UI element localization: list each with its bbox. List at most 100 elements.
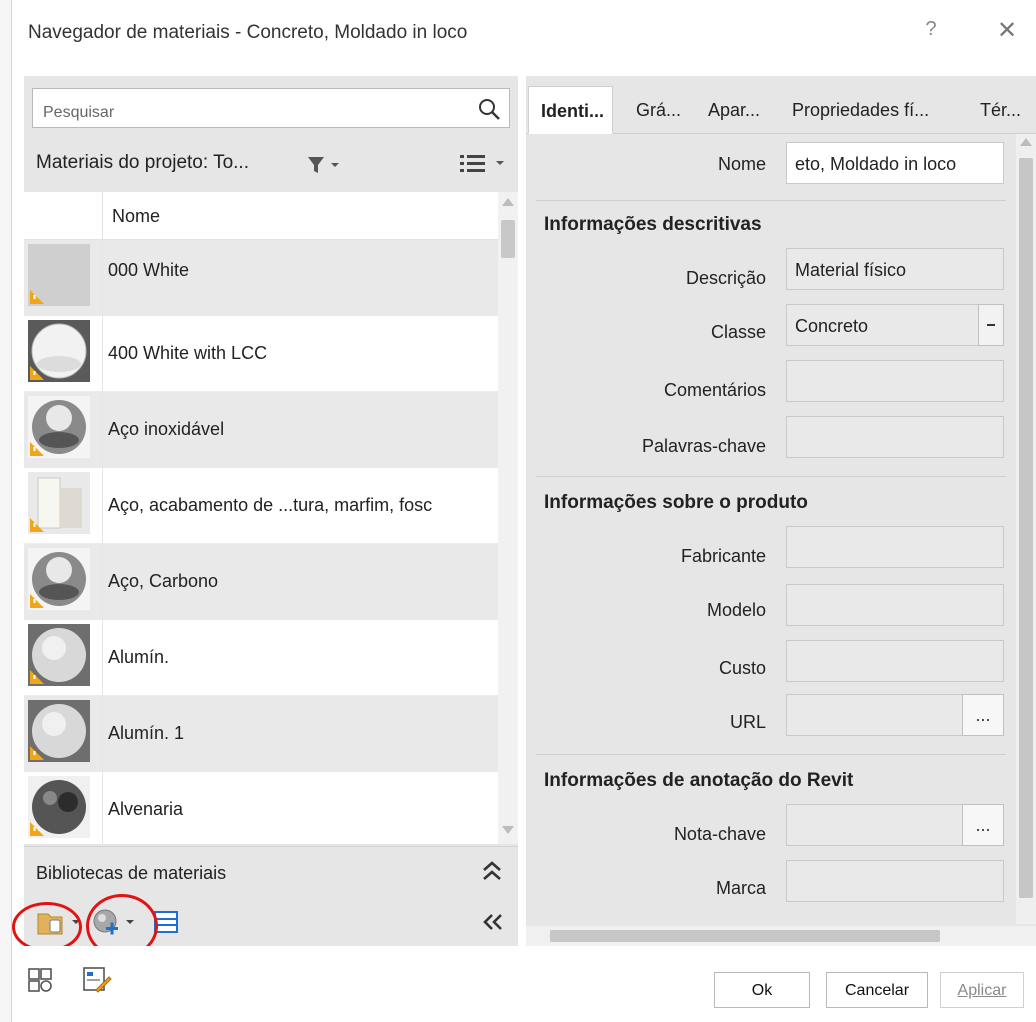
asset-browser-icon[interactable]	[26, 966, 56, 996]
close-button[interactable]: ✕	[990, 16, 1024, 45]
table-header: Nome	[24, 192, 498, 240]
mark-label: Marca	[715, 878, 766, 898]
materials-scrollbar[interactable]	[498, 192, 518, 844]
material-libraries-label: Bibliotecas de materiais	[36, 863, 227, 883]
mark-field[interactable]	[786, 860, 1004, 902]
material-row[interactable]: Alumín. 1	[24, 696, 498, 772]
comments-label: Comentários	[663, 380, 766, 400]
expand-up-icon[interactable]	[480, 859, 504, 883]
keynote-browse-button[interactable]: ...	[962, 804, 1004, 846]
column-divider	[102, 240, 103, 316]
tab-thermal[interactable]: Tér...	[980, 86, 1021, 134]
model-field[interactable]	[786, 584, 1004, 626]
material-row[interactable]: 000 White	[24, 240, 498, 316]
create-material-icon[interactable]	[92, 908, 136, 938]
material-editor-icon[interactable]	[82, 964, 112, 994]
url-field[interactable]	[786, 694, 964, 736]
window-title: Navegador de materiais - Concreto, Molda…	[28, 22, 468, 43]
name-label: Nome	[717, 154, 766, 174]
list-view-icon[interactable]	[458, 152, 508, 176]
title-bar: Navegador de materiais - Concreto, Molda…	[12, 0, 1036, 66]
tab-physical[interactable]: Propriedades fí...	[792, 86, 929, 134]
materials-table: Nome 000 White 400 White with LCC Aço inox…	[24, 192, 518, 844]
search-icon[interactable]	[477, 97, 501, 121]
help-button[interactable]: ?	[916, 18, 946, 41]
ok-button[interactable]: Ok	[714, 972, 810, 1008]
material-name: 000 White	[108, 260, 190, 280]
product-info-heading: Informações sobre o produto	[544, 492, 808, 513]
material-name: Alumín.	[108, 647, 170, 667]
keywords-field[interactable]	[786, 416, 1004, 458]
material-name: Aço, Carbono	[108, 571, 219, 591]
filter-icon[interactable]	[306, 154, 342, 176]
material-row[interactable]: Alumín.	[24, 620, 498, 696]
properties-horizontal-scrollbar[interactable]	[526, 926, 1036, 946]
window-edge	[0, 0, 12, 1022]
tab-graphics[interactable]: Grá...	[636, 86, 681, 134]
class-field[interactable]: Concreto	[786, 304, 980, 346]
name-column-header[interactable]: Nome	[112, 206, 160, 227]
material-thumbnail-icon	[28, 320, 90, 382]
properties-vertical-scrollbar[interactable]	[1016, 134, 1036, 924]
apply-button[interactable]: Aplicar	[940, 972, 1024, 1008]
scroll-down-icon[interactable]	[502, 826, 514, 834]
material-row[interactable]: 400 White with LCC	[24, 316, 498, 392]
project-materials-header: Materiais do projeto: To...	[24, 138, 518, 190]
scroll-up-icon[interactable]	[502, 198, 514, 206]
dialog-footer: Ok Cancelar Aplicar	[12, 946, 1036, 1022]
scroll-up-icon[interactable]	[1020, 138, 1032, 146]
column-divider	[102, 544, 103, 620]
properties-panel: Identi... Grá... Apar... Propriedades fí…	[526, 76, 1036, 946]
manufacturer-label: Fabricante	[680, 546, 766, 566]
comments-field[interactable]	[786, 360, 1004, 402]
tab-identity[interactable]: Identi...	[528, 86, 613, 134]
scroll-thumb[interactable]	[1019, 158, 1033, 898]
material-libraries-bar[interactable]: Bibliotecas de materiais	[24, 846, 518, 896]
material-thumbnail-icon	[28, 244, 90, 306]
column-divider	[102, 696, 103, 772]
cancel-button[interactable]: Cancelar	[826, 972, 928, 1008]
cost-label: Custo	[718, 658, 766, 678]
chevron-down-icon	[987, 324, 995, 326]
material-name: Alumín. 1	[108, 723, 185, 743]
material-row[interactable]: Aço, acabamento de ...tura, marfim, fosc	[24, 468, 498, 544]
material-name: Aço inoxidável	[108, 419, 225, 439]
material-row[interactable]: Aço inoxidável	[24, 392, 498, 468]
tab-appearance[interactable]: Apar...	[708, 86, 760, 134]
revit-annotation-heading: Informações de anotação do Revit	[544, 770, 854, 791]
project-materials-label: Materiais do projeto: To...	[36, 152, 249, 173]
material-thumbnail-icon	[28, 472, 90, 534]
cost-field[interactable]	[786, 640, 1004, 682]
library-toolbar	[24, 900, 518, 946]
section-divider	[536, 754, 1006, 755]
column-divider	[102, 772, 103, 844]
manufacturer-field[interactable]	[786, 526, 1004, 568]
search-input[interactable]	[33, 89, 463, 127]
keynote-label: Nota-chave	[673, 824, 766, 844]
column-divider	[102, 392, 103, 468]
material-row[interactable]: Aço, Carbono	[24, 544, 498, 620]
keynote-field[interactable]	[786, 804, 964, 846]
url-browse-button[interactable]: ...	[962, 694, 1004, 736]
collapse-left-icon[interactable]	[480, 912, 506, 932]
identity-properties: Nome eto, Moldado in loco Informações de…	[526, 134, 1016, 946]
search-box	[32, 88, 510, 128]
properties-tabs: Identi... Grá... Apar... Propriedades fí…	[526, 86, 1036, 134]
description-field[interactable]: Material físico	[786, 248, 1004, 290]
column-divider	[102, 192, 103, 240]
material-name: Aço, acabamento de ...tura, marfim, fosc	[108, 495, 433, 515]
scroll-thumb[interactable]	[550, 930, 940, 942]
open-library-folder-icon[interactable]	[36, 908, 80, 938]
descriptive-info-heading: Informações descritivas	[544, 214, 762, 235]
scroll-thumb[interactable]	[501, 220, 515, 258]
material-thumbnail-icon	[28, 624, 90, 686]
material-thumbnail-icon	[28, 776, 90, 838]
column-divider	[102, 620, 103, 696]
column-divider	[102, 316, 103, 392]
section-divider	[536, 200, 1006, 201]
class-dropdown-button[interactable]	[978, 304, 1004, 346]
show-hide-library-icon[interactable]	[152, 908, 182, 938]
name-field[interactable]: eto, Moldado in loco	[786, 142, 1004, 184]
material-row[interactable]: Alvenaria	[24, 772, 498, 844]
section-divider	[536, 476, 1006, 477]
